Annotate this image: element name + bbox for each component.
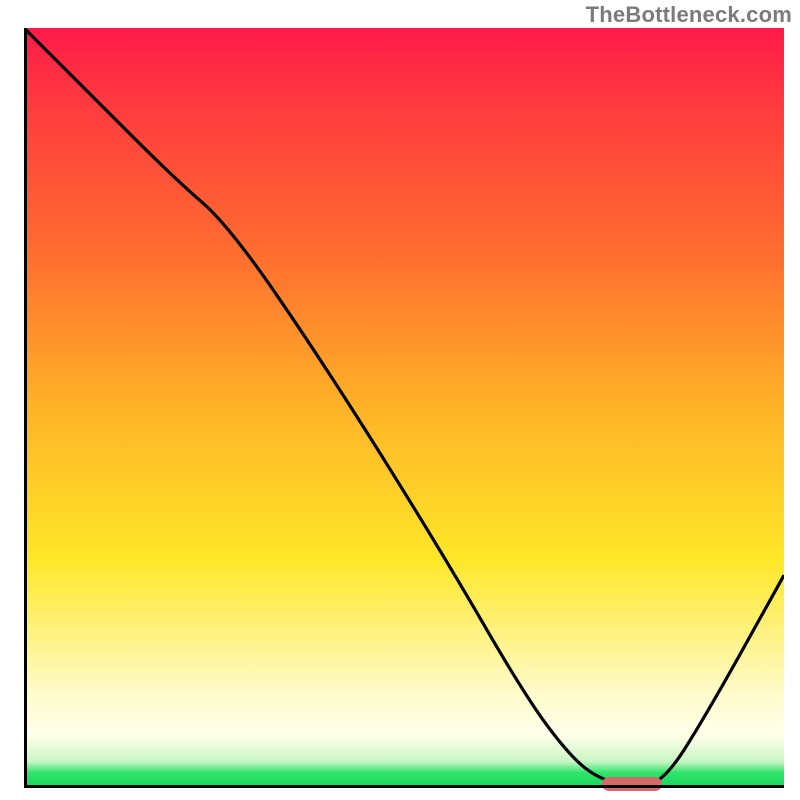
axes [24, 28, 784, 788]
watermark-text: TheBottleneck.com [586, 2, 792, 28]
chart-area [24, 28, 784, 788]
